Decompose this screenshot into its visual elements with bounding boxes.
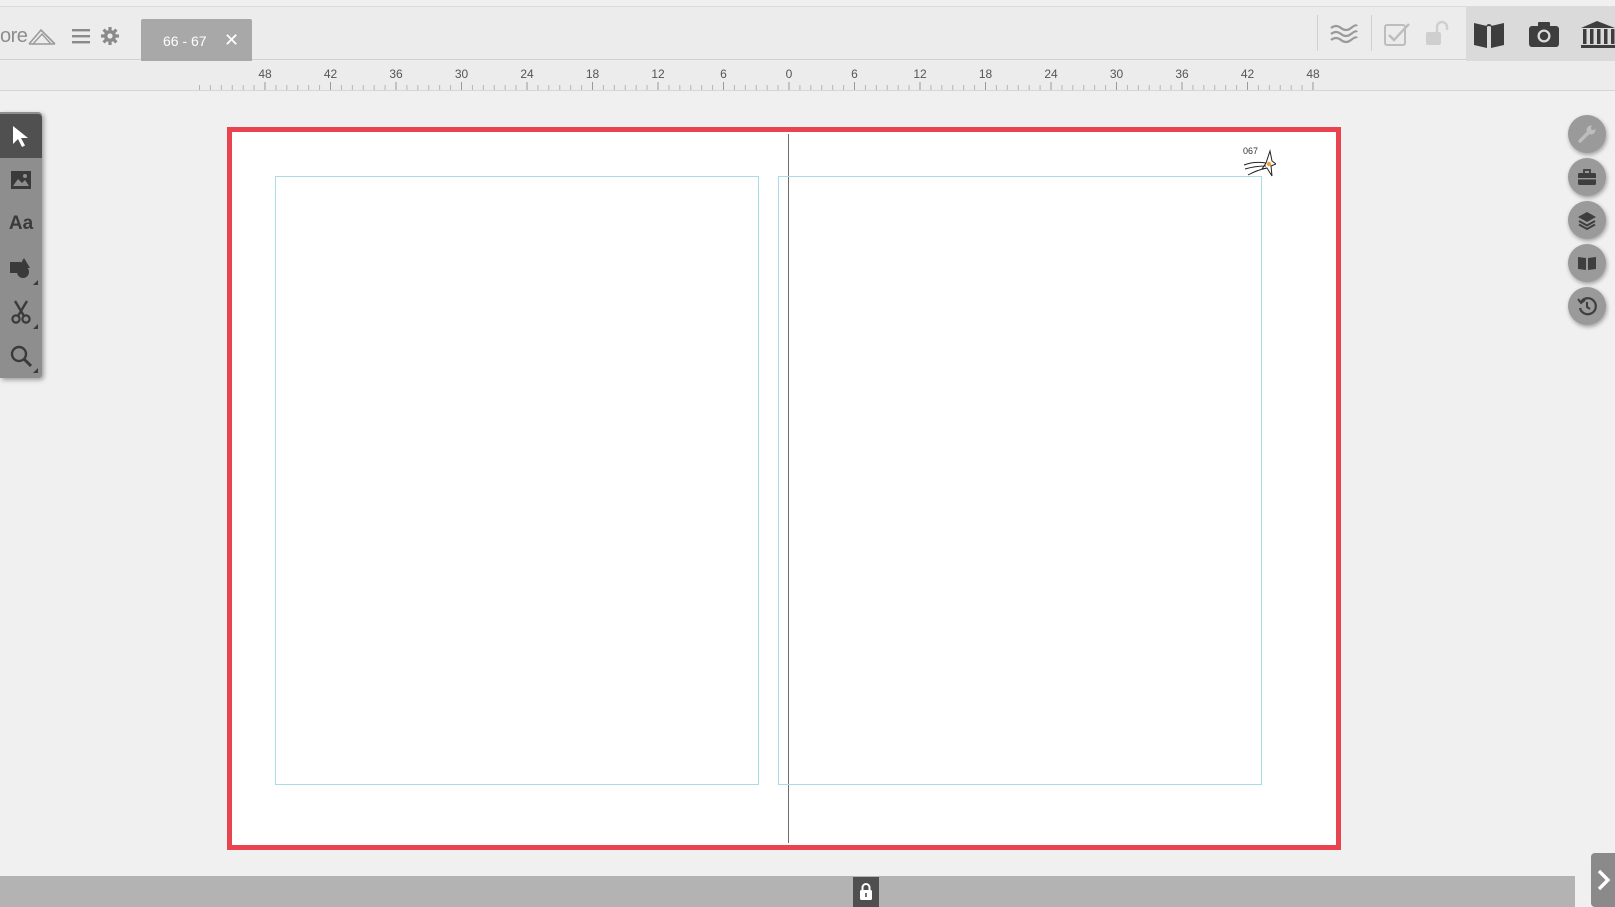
ruler-label: 42 <box>1241 67 1255 81</box>
select-tool-button[interactable] <box>0 114 42 158</box>
image-icon <box>11 171 31 189</box>
briefcase-button[interactable] <box>1568 158 1606 196</box>
briefcase-icon <box>1578 169 1596 185</box>
ruler-label: 18 <box>586 67 600 81</box>
page-spread[interactable]: 067 <box>227 127 1341 850</box>
checklist-icon[interactable] <box>1378 16 1416 52</box>
top-toolbar: ore 66 - 67 ✕ <box>0 6 1615 62</box>
next-panel-button[interactable] <box>1591 853 1615 907</box>
book-open-icon[interactable] <box>1470 16 1508 52</box>
wrench-icon <box>1578 125 1596 143</box>
ruler-label: 24 <box>1044 67 1058 81</box>
cut-tool-button[interactable] <box>0 290 42 334</box>
app-window: ore 66 - 67 ✕ 48 42 36 30 24 18 12 6 0 6… <box>0 0 1615 907</box>
text-tool-button[interactable]: Aa <box>0 202 42 246</box>
ruler-scale: 48 42 36 30 24 18 12 6 0 6 12 18 24 30 36 42 48 <box>199 67 1320 90</box>
pages-button[interactable] <box>1568 244 1606 282</box>
submenu-indicator <box>33 368 38 373</box>
left-tools-panel: Aa <box>0 112 42 378</box>
submenu-indicator <box>33 324 38 329</box>
lock-icon <box>860 883 872 900</box>
spread-inner: 067 <box>234 134 1334 843</box>
left-page-margin-guide <box>275 176 759 785</box>
ruler-label: 36 <box>389 67 403 81</box>
shapes-icon <box>10 258 30 278</box>
ruler-label: 36 <box>1175 67 1189 81</box>
ruler-label: 48 <box>1306 67 1320 81</box>
history-button[interactable] <box>1568 287 1606 325</box>
ruler-label: 6 <box>720 67 727 81</box>
logo-book-icon <box>28 28 56 45</box>
text-icon: Aa <box>8 213 34 234</box>
ruler-label: 48 <box>258 67 272 81</box>
history-icon <box>1577 297 1597 316</box>
ruler-label: 6 <box>851 67 858 81</box>
close-icon[interactable]: ✕ <box>224 31 239 49</box>
lock-button[interactable] <box>853 877 879 907</box>
select-arrow-icon <box>13 126 28 147</box>
camera-icon[interactable] <box>1525 16 1563 52</box>
ruler-label: 12 <box>913 67 927 81</box>
book-icon <box>1578 257 1596 270</box>
toolbar-divider <box>1317 15 1318 51</box>
ruler-label: 30 <box>1110 67 1124 81</box>
scissors-icon <box>11 300 31 324</box>
zoom-tool-button[interactable] <box>0 334 42 378</box>
shooting-star-icon <box>1243 149 1276 177</box>
ruler-label: 12 <box>651 67 665 81</box>
tab-spread-66-67[interactable]: 66 - 67 ✕ <box>141 19 252 62</box>
ruler-label: 42 <box>324 67 338 81</box>
toolbar-divider <box>1371 15 1372 51</box>
wave-lines-icon[interactable] <box>1324 16 1362 52</box>
image-tool-button[interactable] <box>0 158 42 202</box>
horizontal-ruler: 48 42 36 30 24 18 12 6 0 6 12 18 24 30 36 42 48 <box>0 61 1615 91</box>
wrench-button[interactable] <box>1568 115 1606 153</box>
tab-label: 66 - 67 <box>163 32 207 49</box>
app-logo[interactable]: ore <box>0 23 57 49</box>
submenu-indicator <box>33 280 38 285</box>
unlock-icon[interactable] <box>1418 16 1456 52</box>
layers-icon <box>1578 212 1596 231</box>
hamburger-menu-icon[interactable] <box>70 25 92 47</box>
layers-button[interactable] <box>1568 201 1606 239</box>
right-page-margin-guide <box>778 176 1262 785</box>
bottom-status-bar <box>0 876 1575 907</box>
ruler-label: 0 <box>786 67 793 81</box>
library-icon[interactable] <box>1578 16 1615 52</box>
zoom-icon <box>10 345 33 368</box>
logo-text: ore <box>0 24 28 47</box>
chevron-right-icon <box>1597 869 1611 891</box>
ruler-label: 24 <box>520 67 534 81</box>
gear-icon[interactable] <box>99 25 121 47</box>
shapes-tool-button[interactable] <box>0 246 42 290</box>
ruler-label: 18 <box>979 67 993 81</box>
ruler-label: 30 <box>455 67 469 81</box>
